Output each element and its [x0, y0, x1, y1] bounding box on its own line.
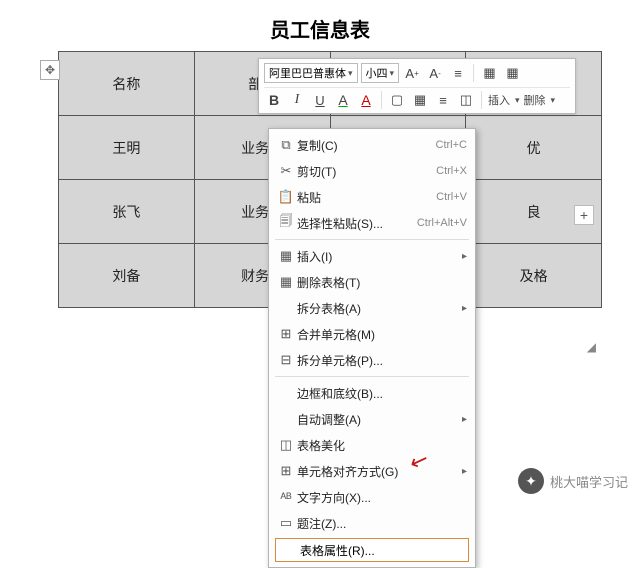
highlight-color-icon[interactable]: A: [333, 90, 353, 110]
menu-beautify[interactable]: ◫表格美化: [269, 432, 475, 458]
line-spacing-icon[interactable]: ≡: [448, 63, 468, 83]
document-title: 员工信息表: [0, 0, 640, 51]
menu-split-cells[interactable]: ⊟拆分单元格(P)...: [269, 347, 475, 373]
italic-icon[interactable]: I: [287, 90, 307, 110]
menu-insert[interactable]: ▦插入(I)▸: [269, 243, 475, 269]
menu-paste[interactable]: 📋粘贴Ctrl+V: [269, 184, 475, 210]
font-size-select[interactable]: 小四▾: [361, 63, 400, 83]
menu-delete-table[interactable]: ▦删除表格(T): [269, 269, 475, 295]
paste-icon: 📋: [275, 189, 297, 205]
table-move-handle[interactable]: ✥: [40, 60, 60, 80]
cell-align-icon: ⊞: [275, 463, 297, 479]
menu-split-table[interactable]: 拆分表格(A)▸: [269, 295, 475, 321]
copy-icon: ⧉: [275, 137, 297, 153]
delete-table-icon[interactable]: ▦: [502, 63, 522, 83]
context-menu: ⧉复制(C)Ctrl+C ✂剪切(T)Ctrl+X 📋粘贴Ctrl+V 🗐选择性…: [268, 128, 476, 568]
shading-icon[interactable]: ◫: [456, 90, 476, 110]
table-resize-handle[interactable]: ◢: [587, 340, 596, 354]
insert-icon: ▦: [275, 248, 297, 264]
insert-table-icon[interactable]: ▦: [479, 63, 499, 83]
menu-borders[interactable]: 边框和底纹(B)...: [269, 380, 475, 406]
menu-caption[interactable]: ▭题注(Z)...: [269, 510, 475, 536]
submenu-arrow-icon: ▸: [462, 414, 467, 425]
menu-paste-special[interactable]: 🗐选择性粘贴(S)...Ctrl+Alt+V: [269, 210, 475, 236]
menu-merge-cells[interactable]: ⊞合并单元格(M): [269, 321, 475, 347]
merge-cells-icon: ⊞: [275, 326, 297, 342]
menu-text-direction[interactable]: ᴬᴮ文字方向(X)...: [269, 484, 475, 510]
underline-icon[interactable]: U: [310, 90, 330, 110]
cut-icon: ✂: [275, 163, 297, 179]
text-direction-icon: ᴬᴮ: [275, 490, 297, 505]
menu-table-properties[interactable]: 表格属性(R)...: [275, 538, 469, 562]
grow-font-icon[interactable]: A+: [402, 63, 422, 83]
menu-autofit[interactable]: 自动调整(A)▸: [269, 406, 475, 432]
align-icon[interactable]: ≡: [433, 90, 453, 110]
beautify-icon: ◫: [275, 437, 297, 453]
header-name[interactable]: 名称: [59, 52, 195, 116]
mini-toolbar: 阿里巴巴普惠体▾ 小四▾ A+ A- ≡ ▦ ▦ B I U A A ▢ ▦ ≡…: [258, 58, 576, 114]
delete-table-menu-icon: ▦: [275, 274, 297, 290]
watermark-text: 桃大喵学习记: [550, 472, 628, 491]
menu-copy[interactable]: ⧉复制(C)Ctrl+C: [269, 132, 475, 158]
shrink-font-icon[interactable]: A-: [425, 63, 445, 83]
insert-label[interactable]: 插入: [488, 92, 510, 108]
merge-icon[interactable]: ▦: [410, 90, 430, 110]
border-icon[interactable]: ▢: [387, 90, 407, 110]
paste-special-icon: 🗐: [275, 212, 297, 234]
bold-icon[interactable]: B: [264, 90, 284, 110]
wechat-logo-icon: ✦: [518, 468, 544, 494]
watermark: ✦ 桃大喵学习记: [518, 468, 628, 494]
delete-label[interactable]: 删除: [524, 92, 546, 108]
font-color-icon[interactable]: A: [356, 90, 376, 110]
font-family-select[interactable]: 阿里巴巴普惠体▾: [264, 63, 358, 83]
add-column-widget[interactable]: +: [574, 205, 594, 225]
submenu-arrow-icon: ▸: [462, 466, 467, 477]
submenu-arrow-icon: ▸: [462, 303, 467, 314]
submenu-arrow-icon: ▸: [462, 251, 467, 262]
menu-cell-align[interactable]: ⊞单元格对齐方式(G)▸: [269, 458, 475, 484]
split-cells-icon: ⊟: [275, 352, 297, 368]
menu-cut[interactable]: ✂剪切(T)Ctrl+X: [269, 158, 475, 184]
caption-icon: ▭: [275, 515, 297, 531]
